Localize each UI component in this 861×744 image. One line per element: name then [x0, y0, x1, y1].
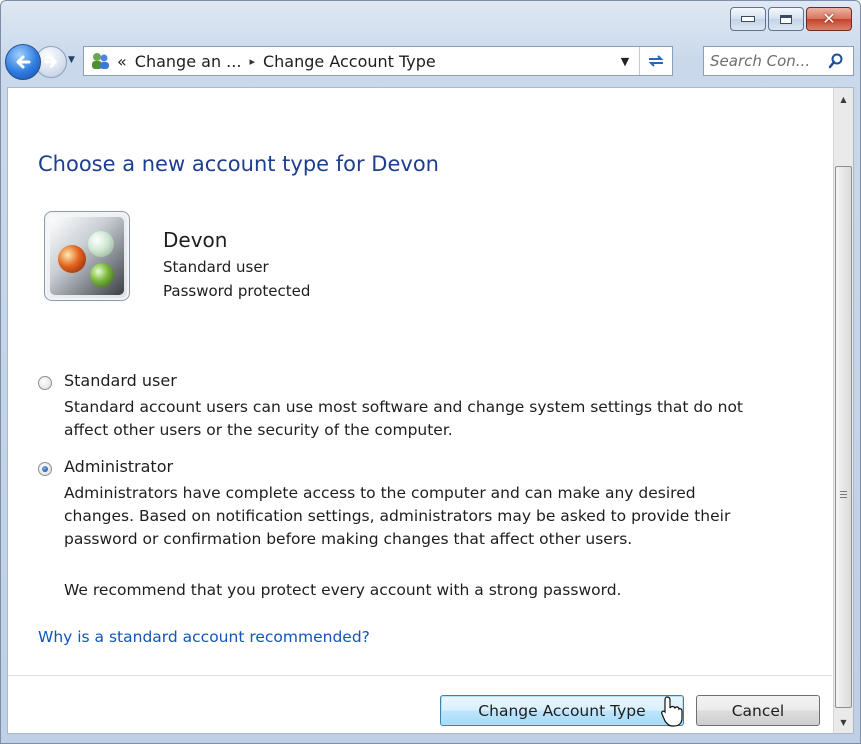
caption-buttons: ✕ — [730, 7, 852, 31]
user-account-type: Standard user — [163, 258, 269, 276]
scroll-down-icon[interactable]: ▼ — [834, 713, 853, 731]
standard-account-help-link[interactable]: Why is a standard account recommended? — [38, 628, 370, 646]
grip-icon — [840, 491, 847, 500]
breadcrumb-change-account[interactable]: Change an ... — [135, 52, 242, 71]
navigation-bar: ▼ « Change an ... ▸ Change Account Type … — [5, 41, 854, 81]
content-pane: Choose a new account type for Devon Devo… — [7, 87, 833, 734]
user-accounts-icon — [89, 50, 111, 72]
forward-arrow-icon — [44, 56, 57, 68]
minimize-icon — [741, 16, 755, 22]
user-password-status: Password protected — [163, 282, 311, 300]
refresh-button[interactable] — [639, 47, 672, 75]
control-panel-window: ✕ ▼ « Change an ... ▸ Change Account Typ… — [0, 0, 861, 744]
back-button[interactable] — [5, 44, 41, 80]
description-line: changes. Based on notification settings,… — [64, 507, 731, 525]
cancel-button[interactable]: Cancel — [696, 695, 820, 726]
description-line: password or confirmation before making c… — [64, 530, 633, 548]
user-name: Devon — [163, 228, 228, 252]
maximize-icon — [780, 14, 792, 24]
password-recommendation: We recommend that you protect every acco… — [64, 581, 622, 599]
description-line: Standard account users can use most soft… — [64, 398, 744, 416]
back-arrow-icon — [16, 55, 31, 69]
refresh-icon — [648, 55, 664, 67]
administrator-label[interactable]: Administrator — [64, 457, 173, 476]
administrator-radio[interactable] — [38, 462, 52, 476]
breadcrumb-change-account-type[interactable]: Change Account Type — [263, 52, 436, 71]
standard-user-label[interactable]: Standard user — [64, 371, 177, 390]
description-line: Administrators have complete access to t… — [64, 484, 696, 502]
standard-user-description: Standard account users can use most soft… — [64, 396, 743, 442]
mouse-cursor-icon — [661, 696, 683, 727]
minimize-button[interactable] — [730, 7, 766, 31]
close-icon: ✕ — [822, 9, 836, 28]
standard-user-radio[interactable] — [38, 376, 52, 390]
breadcrumb-overflow[interactable]: « — [117, 52, 127, 71]
footer-divider — [8, 675, 832, 676]
address-dropdown-icon[interactable]: ▼ — [614, 47, 636, 75]
marbles-picture — [50, 217, 124, 295]
search-box[interactable] — [703, 46, 854, 76]
administrator-description: Administrators have complete access to t… — [64, 482, 730, 551]
breadcrumb-separator-icon[interactable]: ▸ — [249, 55, 255, 68]
address-bar[interactable]: « Change an ... ▸ Change Account Type ▼ — [83, 46, 673, 76]
scroll-up-icon[interactable]: ▲ — [834, 90, 853, 108]
page-title: Choose a new account type for Devon — [38, 152, 439, 176]
user-avatar — [44, 211, 130, 301]
search-icon[interactable] — [828, 53, 844, 69]
scrollbar-thumb[interactable] — [835, 166, 852, 708]
recent-pages-dropdown[interactable]: ▼ — [68, 55, 75, 65]
maximize-button[interactable] — [768, 7, 804, 31]
close-button[interactable]: ✕ — [806, 7, 852, 31]
search-input[interactable] — [710, 52, 828, 70]
change-account-type-button[interactable]: Change Account Type — [440, 695, 684, 726]
description-line: affect other users or the security of th… — [64, 421, 453, 439]
vertical-scrollbar[interactable]: ▲ ▼ — [833, 87, 854, 734]
